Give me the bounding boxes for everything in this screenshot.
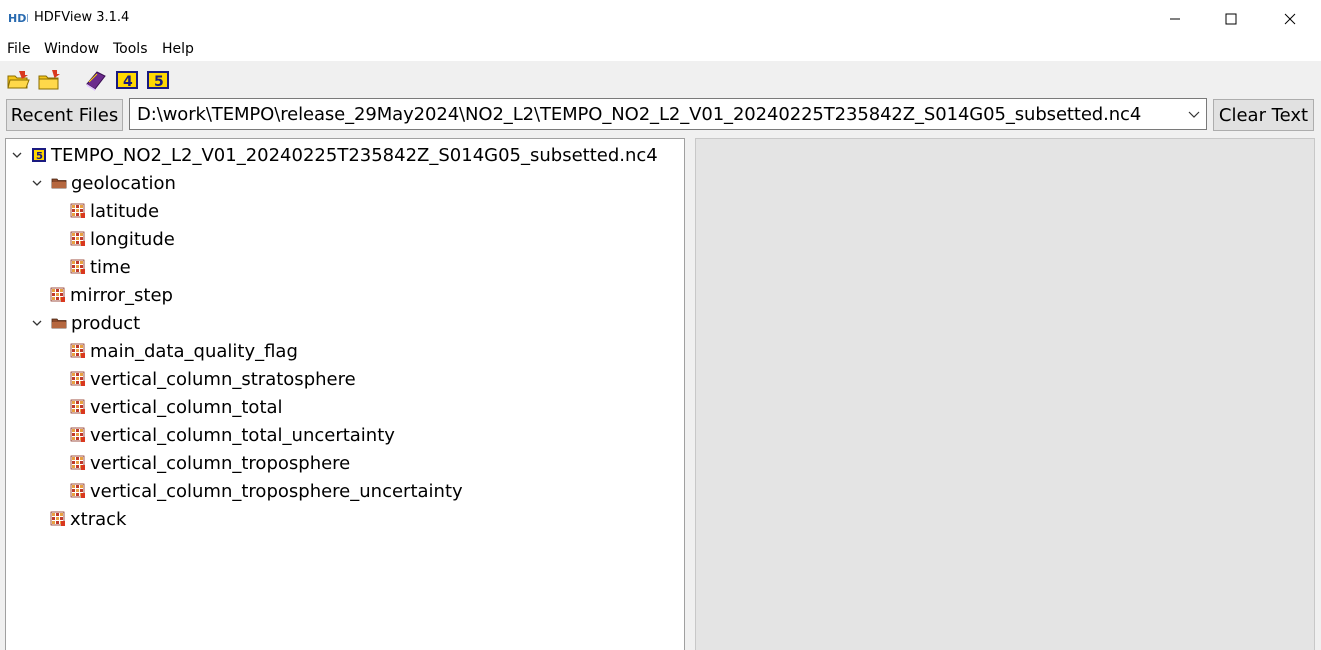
tree-root-file[interactable]: 5 TEMPO_NO2_L2_V01_20240225T235842Z_S014G… (11, 141, 658, 169)
close-button[interactable] (1261, 0, 1319, 37)
tree-dataset-xtrack[interactable]: xtrack (50, 505, 126, 533)
tree-dataset-vertical-column-total[interactable]: vertical_column_total (70, 393, 283, 421)
dataset-icon (70, 399, 85, 414)
tree-node-label: latitude (90, 200, 160, 222)
minimize-icon (1170, 18, 1180, 19)
svg-text:4: 4 (123, 74, 133, 90)
menu-help[interactable]: Help (162, 41, 194, 57)
maximize-button[interactable] (1202, 0, 1260, 37)
dataset-icon (50, 287, 65, 302)
open-folder-icon[interactable] (37, 69, 61, 91)
dataset-icon (70, 203, 85, 218)
tree-dataset-latitude[interactable]: latitude (70, 197, 159, 225)
tree-dataset-vertical-column-stratosphere[interactable]: vertical_column_stratosphere (70, 365, 356, 393)
tree-node-label: vertical_column_total_uncertainty (90, 424, 395, 446)
tree-dataset-vertical-column-troposphere-uncertainty[interactable]: vertical_column_troposphere_uncertainty (70, 477, 463, 505)
folder-icon (51, 318, 67, 329)
dataset-icon (70, 343, 85, 358)
chevron-down-icon[interactable] (31, 317, 43, 329)
tree-node-label: vertical_column_total (90, 396, 283, 418)
tree-node-label: main_data_quality_flag (90, 340, 298, 362)
file-path-text[interactable]: D:\work\TEMPO\release_29May2024\NO2_L2\T… (137, 104, 1141, 125)
file-tree-panel[interactable]: 5 TEMPO_NO2_L2_V01_20240225T235842Z_S014G… (5, 138, 685, 650)
hdf5-library-icon[interactable]: 5 (146, 69, 170, 91)
svg-text:HDF: HDF (8, 12, 28, 24)
svg-text:5: 5 (154, 74, 164, 90)
tree-node-label: vertical_column_troposphere (90, 452, 351, 474)
chevron-down-icon[interactable] (1188, 109, 1200, 119)
dataset-icon (70, 483, 85, 498)
hdf4-library-icon[interactable]: 4 (115, 69, 139, 91)
tree-node-label: longitude (90, 228, 175, 250)
hdf-logo-icon: HDF (8, 12, 28, 24)
title-bar: HDF HDFView 3.1.4 (0, 0, 1321, 37)
tree-dataset-vertical-column-troposphere[interactable]: vertical_column_troposphere (70, 449, 350, 477)
tree-dataset-mirror-step[interactable]: mirror_step (50, 281, 173, 309)
tree-dataset-time[interactable]: time (70, 253, 131, 281)
toolbar: 4 5 (0, 61, 1321, 97)
dataset-icon (50, 511, 65, 526)
chevron-down-icon[interactable] (31, 177, 43, 189)
menu-window[interactable]: Window (44, 41, 99, 57)
window-title: HDFView 3.1.4 (34, 10, 130, 25)
dataset-icon (70, 371, 85, 386)
open-file-icon[interactable] (6, 69, 30, 91)
tree-node-label: TEMPO_NO2_L2_V01_20240225T235842Z_S014G0… (51, 144, 658, 166)
tree-dataset-longitude[interactable]: longitude (70, 225, 175, 253)
tree-group-product[interactable]: product (31, 309, 140, 337)
menu-tools[interactable]: Tools (113, 41, 148, 57)
recent-files-button[interactable]: Recent Files (6, 99, 123, 131)
dataset-icon (70, 427, 85, 442)
chevron-down-icon[interactable] (11, 149, 23, 161)
folder-icon (51, 178, 67, 189)
menu-bar: File Window Tools Help (0, 37, 1321, 61)
close-icon (1284, 13, 1296, 24)
help-book-icon[interactable] (84, 69, 108, 91)
tree-dataset-vertical-column-total-uncertainty[interactable]: vertical_column_total_uncertainty (70, 421, 395, 449)
clear-text-button[interactable]: Clear Text (1213, 99, 1314, 131)
tree-node-label: vertical_column_stratosphere (90, 368, 356, 390)
minimize-button[interactable] (1146, 0, 1204, 37)
file-path-combobox[interactable]: D:\work\TEMPO\release_29May2024\NO2_L2\T… (129, 98, 1207, 130)
svg-text:5: 5 (36, 151, 43, 162)
dataset-icon (70, 259, 85, 274)
dataset-icon (70, 231, 85, 246)
tree-group-geolocation[interactable]: geolocation (31, 169, 176, 197)
hdf5-file-icon: 5 (32, 148, 46, 162)
menu-file[interactable]: File (7, 41, 30, 57)
tree-node-label: product (71, 312, 141, 334)
tree-node-label: mirror_step (70, 284, 173, 306)
tree-node-label: time (90, 256, 131, 278)
tree-node-label: geolocation (71, 172, 176, 194)
tree-dataset-main-data-quality-flag[interactable]: main_data_quality_flag (70, 337, 298, 365)
content-panel (695, 138, 1315, 650)
dataset-icon (70, 455, 85, 470)
tree-node-label: xtrack (70, 508, 127, 530)
maximize-icon (1225, 13, 1237, 24)
tree-node-label: vertical_column_troposphere_uncertainty (90, 480, 463, 502)
